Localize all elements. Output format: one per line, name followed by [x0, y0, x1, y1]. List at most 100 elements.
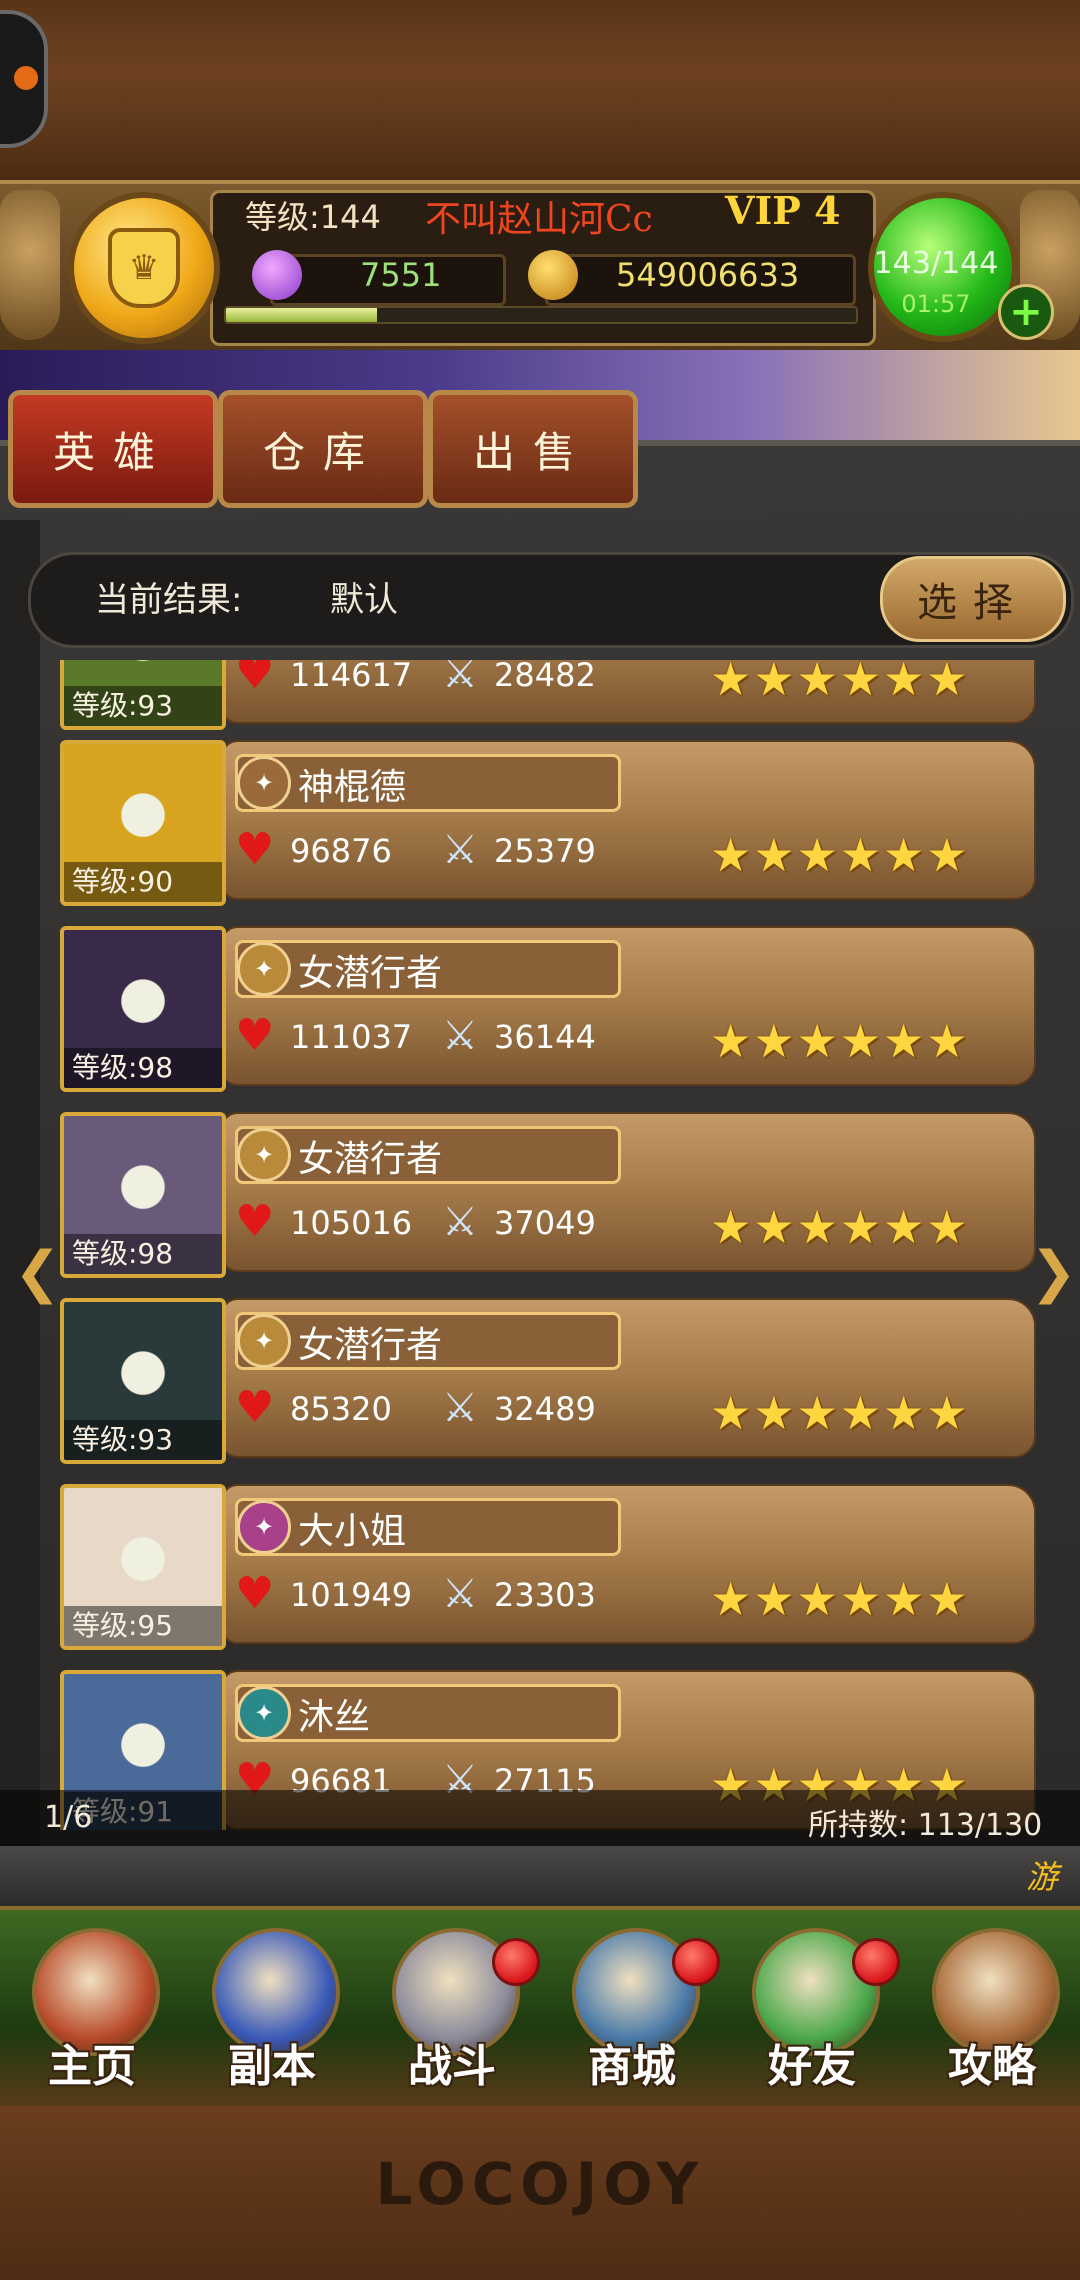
- hero-attack: 25379: [494, 832, 596, 870]
- filter-label: 当前结果:: [95, 580, 243, 620]
- heart-icon: ♥: [235, 824, 275, 875]
- nav-battle-button[interactable]: 战斗: [372, 1920, 540, 2100]
- hero-attack: 28482: [494, 660, 596, 694]
- crossed-swords-icon: ⚔: [442, 1571, 478, 1617]
- gem-icon: [252, 250, 302, 300]
- select-filter-button[interactable]: 选择: [880, 556, 1066, 642]
- filter-value: 默认: [330, 580, 398, 620]
- hero-portrait[interactable]: 等级:95: [60, 1484, 226, 1650]
- stone-floor: [0, 1846, 1080, 1906]
- hero-name-plate: [235, 754, 621, 812]
- nav-dungeon-button[interactable]: 副本: [192, 1920, 352, 2100]
- page-indicator: 1/6: [44, 1800, 93, 1835]
- hero-hp: 105016: [290, 1204, 413, 1242]
- hero-portrait[interactable]: 等级:98: [60, 1112, 226, 1278]
- notification-badge: [492, 1938, 540, 1986]
- hero-hp: 114617: [290, 660, 413, 694]
- hero-row[interactable]: 等级:93 ✦ 女潜行者 ♥ 85320 ⚔ 32489 ★★★★★★: [50, 1294, 1040, 1464]
- nav-label: 攻略: [948, 2041, 1036, 2092]
- hero-row[interactable]: 等级:98 ✦ 女潜行者 ♥ 105016 ⚔ 37049 ★★★★★★: [50, 1108, 1040, 1278]
- hero-name-plate: [235, 1498, 621, 1556]
- hero-class-icon: ✦: [237, 756, 291, 810]
- hero-attack: 36144: [494, 1018, 596, 1056]
- hero-portrait[interactable]: 等级:90: [60, 740, 226, 906]
- add-stamina-button[interactable]: +: [998, 284, 1054, 340]
- owned-count: 所持数: 113/130: [808, 1808, 1043, 1843]
- hero-row[interactable]: 等级:93 ♥ 114617 ⚔ 28482 ★★★★★★: [50, 660, 1040, 730]
- hero-row[interactable]: 等级:95 ✦ 大小姐 ♥ 101949 ⚔ 23303 ★★★★★★: [50, 1480, 1040, 1650]
- hero-name: 神棍德: [298, 767, 407, 808]
- vip-level[interactable]: VIP 4: [725, 188, 841, 233]
- nav-label: 战斗: [408, 2041, 496, 2092]
- hero-portrait[interactable]: 等级:98: [60, 926, 226, 1092]
- nav-shop-button[interactable]: 商城: [552, 1920, 720, 2100]
- tab-heroes[interactable]: 英雄: [8, 390, 218, 508]
- nav-label: 副本: [228, 2041, 316, 2092]
- tab-sell[interactable]: 出售: [428, 390, 638, 508]
- notification-dot: [14, 66, 38, 90]
- nav-friends-button[interactable]: 好友: [732, 1920, 900, 2100]
- hero-attack: 23303: [494, 1576, 596, 1614]
- lion-ornament-left: [0, 190, 60, 340]
- hero-class-icon: ✦: [237, 1314, 291, 1368]
- hero-portrait[interactable]: 等级:93: [60, 1298, 226, 1464]
- brand-logo: LOCOJOY: [375, 2150, 705, 2218]
- player-name: 不叫赵山河Cc: [425, 199, 653, 240]
- next-page-arrow-icon[interactable]: ❯: [1030, 1240, 1077, 1305]
- hero-name: 大小姐: [298, 1511, 407, 1552]
- hero-list[interactable]: 等级:93 ♥ 114617 ⚔ 28482 ★★★★★★ 等级:90 ✦ 神棍德 ♥ 96876 ⚔…: [50, 660, 1040, 1830]
- hero-level: 等级:90: [64, 862, 222, 902]
- hero-name: 女潜行者: [298, 1325, 443, 1366]
- hero-name: 沐丝: [298, 1697, 371, 1738]
- prev-page-arrow-icon[interactable]: ❮: [14, 1240, 61, 1305]
- hero-level: 等级:93: [64, 1420, 222, 1460]
- hero-star-rating: ★★★★★★: [710, 1014, 970, 1068]
- top-wood-frame: [0, 0, 1080, 185]
- nav-label: 好友: [768, 2041, 856, 2092]
- xp-bar: [224, 306, 858, 324]
- nav-label: 商城: [588, 2041, 676, 2092]
- crossed-swords-icon: ⚔: [442, 827, 478, 873]
- hero-hp: 111037: [290, 1018, 413, 1056]
- hero-hp: 101949: [290, 1576, 413, 1614]
- hero-row[interactable]: 等级:98 ✦ 女潜行者 ♥ 111037 ⚔ 36144 ★★★★★★: [50, 922, 1040, 1092]
- hero-name: 女潜行者: [298, 953, 443, 994]
- stone-wall: [0, 520, 40, 1860]
- nav-label: 主页: [48, 2041, 136, 2092]
- hero-attack: 32489: [494, 1390, 596, 1428]
- hero-star-rating: ★★★★★★: [710, 1200, 970, 1254]
- hero-star-rating: ★★★★★★: [710, 660, 970, 706]
- gold-coin-icon: [528, 250, 578, 300]
- nav-home-button[interactable]: 主页: [12, 1920, 172, 2100]
- hero-star-rating: ★★★★★★: [710, 1572, 970, 1626]
- hero-attack: 37049: [494, 1204, 596, 1242]
- hero-row[interactable]: 等级:90 ✦ 神棍德 ♥ 96876 ⚔ 25379 ★★★★★★: [50, 736, 1040, 906]
- hero-level: 等级:98: [64, 1234, 222, 1274]
- hero-star-rating: ★★★★★★: [710, 1386, 970, 1440]
- heart-icon: ♥: [235, 1568, 275, 1619]
- hero-name-plate: [235, 1684, 621, 1742]
- notification-badge: [852, 1938, 900, 1986]
- hero-portrait[interactable]: 等级:93: [60, 660, 226, 730]
- corner-menu-button[interactable]: [0, 10, 48, 148]
- hero-level: 等级:93: [64, 686, 222, 726]
- heart-icon: ♥: [235, 1010, 275, 1061]
- crossed-swords-icon: ⚔: [442, 1199, 478, 1245]
- player-avatar-crest[interactable]: ♛: [68, 192, 220, 344]
- xp-fill: [226, 308, 378, 322]
- hero-star-rating: ★★★★★★: [710, 828, 970, 882]
- heart-icon: ♥: [235, 660, 275, 699]
- crossed-swords-icon: ⚔: [442, 1013, 478, 1059]
- crossed-swords-icon: ⚔: [442, 660, 478, 697]
- crossed-swords-icon: ⚔: [442, 1385, 478, 1431]
- stamina-value: 143/144: [873, 246, 999, 281]
- heart-icon: ♥: [235, 1382, 275, 1433]
- stamina-timer: 01:57: [901, 290, 971, 318]
- player-level: 等级:144: [245, 198, 381, 236]
- scrolling-ticker: 游: [1026, 1858, 1059, 1896]
- heart-icon: ♥: [235, 1196, 275, 1247]
- hero-hp: 85320: [290, 1390, 392, 1428]
- gold-amount: 549006633: [616, 256, 800, 294]
- nav-guide-button[interactable]: 攻略: [912, 1920, 1072, 2100]
- tab-warehouse[interactable]: 仓库: [218, 390, 428, 508]
